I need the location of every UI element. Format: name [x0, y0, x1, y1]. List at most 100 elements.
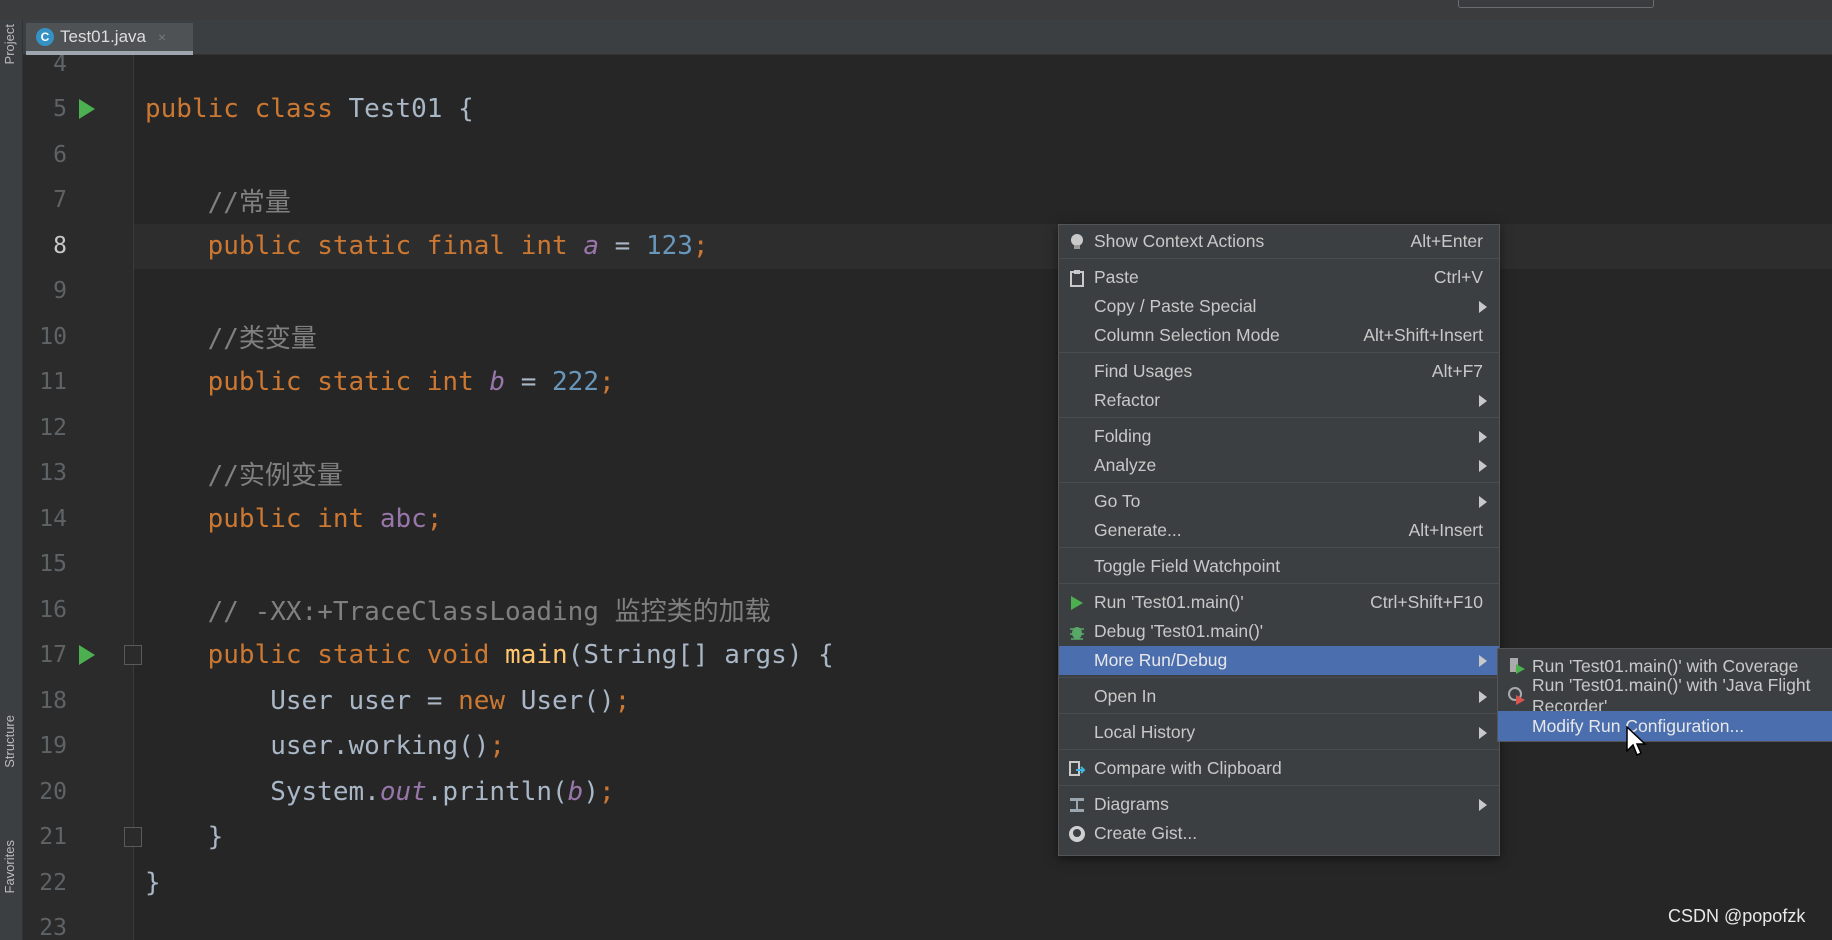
line-number: 21	[39, 824, 67, 851]
code-token: User()	[520, 685, 615, 716]
run-gutter-icon[interactable]	[79, 645, 95, 666]
java-class-icon: C	[36, 28, 54, 46]
code-token: 222	[552, 367, 599, 398]
structure-tool-button[interactable]: Structure	[2, 715, 17, 768]
menu-item-label: Toggle Field Watchpoint	[1094, 556, 1281, 576]
line-number: 19	[39, 733, 67, 760]
code-line: 9	[23, 269, 1832, 315]
code-token: ;	[489, 731, 506, 762]
menu-item-label: More Run/Debug	[1094, 650, 1228, 670]
menu-item-refactor[interactable]: Refactor	[1059, 386, 1499, 415]
code-token: Test01 {	[348, 94, 474, 125]
code-line: 6	[23, 132, 1832, 178]
code-token: b	[567, 776, 584, 807]
line-number: 23	[39, 915, 67, 940]
submenu-arrow-icon	[1479, 300, 1487, 313]
project-tool-button[interactable]: Project	[2, 24, 17, 64]
menu-item-compare-with-clipboard[interactable]: Compare with Clipboard	[1059, 754, 1499, 783]
code-text: public static void main(String[] args) {	[145, 640, 834, 670]
navigation-toolbar	[0, 0, 1832, 20]
menu-item-create-gist[interactable]: Create Gist...	[1059, 819, 1499, 848]
menu-item-label: Copy / Paste Special	[1094, 296, 1257, 316]
code-text: System.out.println(b);	[145, 776, 614, 807]
menu-item-label: Show Context Actions	[1094, 231, 1265, 251]
lightbulb-icon	[1068, 233, 1086, 251]
submenu-arrow-icon	[1479, 726, 1487, 739]
code-token: public int	[207, 503, 380, 534]
code-token: }	[145, 867, 161, 898]
menu-item-run-test01-main[interactable]: Run 'Test01.main()' Ctrl+Shift+F10	[1059, 588, 1499, 617]
menu-item-shortcut: Ctrl+Shift+F10	[1370, 592, 1483, 612]
menu-item-shortcut: Alt+Shift+Insert	[1363, 325, 1483, 345]
favorites-tool-button[interactable]: Favorites	[2, 840, 17, 893]
run-gutter-icon[interactable]	[79, 99, 95, 120]
diagram-icon	[1068, 796, 1086, 814]
menu-item-generate[interactable]: Generate... Alt+Insert	[1059, 516, 1499, 545]
fold-marker-icon[interactable]	[124, 645, 142, 666]
more-run-debug-submenu: Run 'Test01.main()' with Coverage Run 'Te…	[1497, 648, 1832, 742]
code-lines: 4 5 public class Test01 {6 7 //常量 8 public s…	[23, 55, 1832, 940]
menu-item-column-selection-mode[interactable]: Column Selection Mode Alt+Shift+Insert	[1059, 321, 1499, 350]
menu-item-debug-test01-main[interactable]: Debug 'Test01.main()'	[1059, 617, 1499, 646]
code-token: User user =	[145, 685, 459, 716]
menu-item-shortcut: Alt+Insert	[1408, 520, 1483, 540]
code-line: 5 public class Test01 {	[23, 87, 1832, 133]
menu-item-label: Create Gist...	[1094, 823, 1198, 843]
menu-item-show-context-actions[interactable]: Show Context Actions Alt+Enter	[1059, 227, 1499, 256]
menu-item-open-in[interactable]: Open In	[1059, 682, 1499, 711]
line-number: 12	[39, 414, 67, 441]
line-number: 9	[53, 278, 67, 305]
menu-item-diagrams[interactable]: Diagrams	[1059, 790, 1499, 819]
debug-bug-icon	[1068, 623, 1086, 641]
menu-item-label: Run 'Test01.main()'	[1094, 592, 1244, 612]
menu-item-find-usages[interactable]: Find Usages Alt+F7	[1059, 357, 1499, 386]
code-token: ;	[598, 367, 615, 398]
menu-item-analyze[interactable]: Analyze	[1059, 451, 1499, 480]
menu-item-more-run-debug[interactable]: More Run/Debug	[1059, 646, 1499, 675]
code-line: 14 public int abc;	[23, 496, 1832, 542]
menu-item-shortcut: Alt+F7	[1431, 361, 1483, 381]
tab-test01-java[interactable]: C Test01.java ×	[26, 23, 193, 55]
tool-window-strip: Project Structure Favorites	[0, 20, 23, 940]
code-token: public static void	[207, 640, 506, 671]
code-token: )	[583, 776, 599, 807]
code-token: .println(	[426, 776, 568, 807]
menu-item-go-to[interactable]: Go To	[1059, 487, 1499, 516]
context-menu: Show Context Actions Alt+Enter Paste Ctrl+V…	[1058, 224, 1500, 856]
line-number: 14	[39, 505, 67, 532]
code-token: public static final int	[207, 230, 584, 261]
code-text: //常量	[145, 182, 291, 219]
menu-item-label: Diagrams	[1094, 794, 1169, 814]
menu-item-label: Generate...	[1094, 520, 1182, 540]
menu-item-label: Paste	[1094, 267, 1139, 287]
line-number: 13	[39, 460, 67, 487]
line-number: 15	[39, 551, 67, 578]
code-token: a	[583, 230, 599, 261]
line-number: 10	[39, 323, 67, 350]
run-configuration-selector[interactable]	[1458, 0, 1654, 8]
menu-item-toggle-field-watchpoint[interactable]: Toggle Field Watchpoint	[1059, 552, 1499, 581]
menu-item-local-history[interactable]: Local History	[1059, 718, 1499, 747]
line-number: 7	[53, 187, 67, 214]
menu-item-copy-paste-special[interactable]: Copy / Paste Special	[1059, 292, 1499, 321]
code-token: 123	[645, 230, 693, 261]
menu-item-label: Column Selection Mode	[1094, 325, 1280, 345]
menu-item-modify-run-configuration[interactable]: Modify Run Configuration...	[1498, 711, 1832, 741]
code-token: user.working()	[145, 731, 490, 762]
fold-marker-icon[interactable]	[124, 827, 142, 848]
close-tab-icon[interactable]: ×	[158, 29, 166, 45]
menu-item-run-test01-main-with-java-flight-recorder[interactable]: Run 'Test01.main()' with 'Java Flight Re…	[1498, 675, 1832, 716]
code-token: main	[505, 640, 568, 671]
menu-item-paste[interactable]: Paste Ctrl+V	[1059, 263, 1499, 292]
code-text: }	[145, 868, 161, 898]
code-token: //常量	[207, 187, 291, 218]
menu-item-label: Run 'Test01.main()' with Coverage	[1532, 655, 1799, 676]
line-number: 8	[53, 232, 67, 259]
line-number: 6	[53, 141, 67, 168]
menu-item-folding[interactable]: Folding	[1059, 422, 1499, 451]
code-token: public static int	[207, 367, 490, 398]
code-token: =	[505, 367, 553, 398]
code-editor[interactable]: 4 5 public class Test01 {6 7 //常量 8 public s…	[23, 55, 1832, 940]
